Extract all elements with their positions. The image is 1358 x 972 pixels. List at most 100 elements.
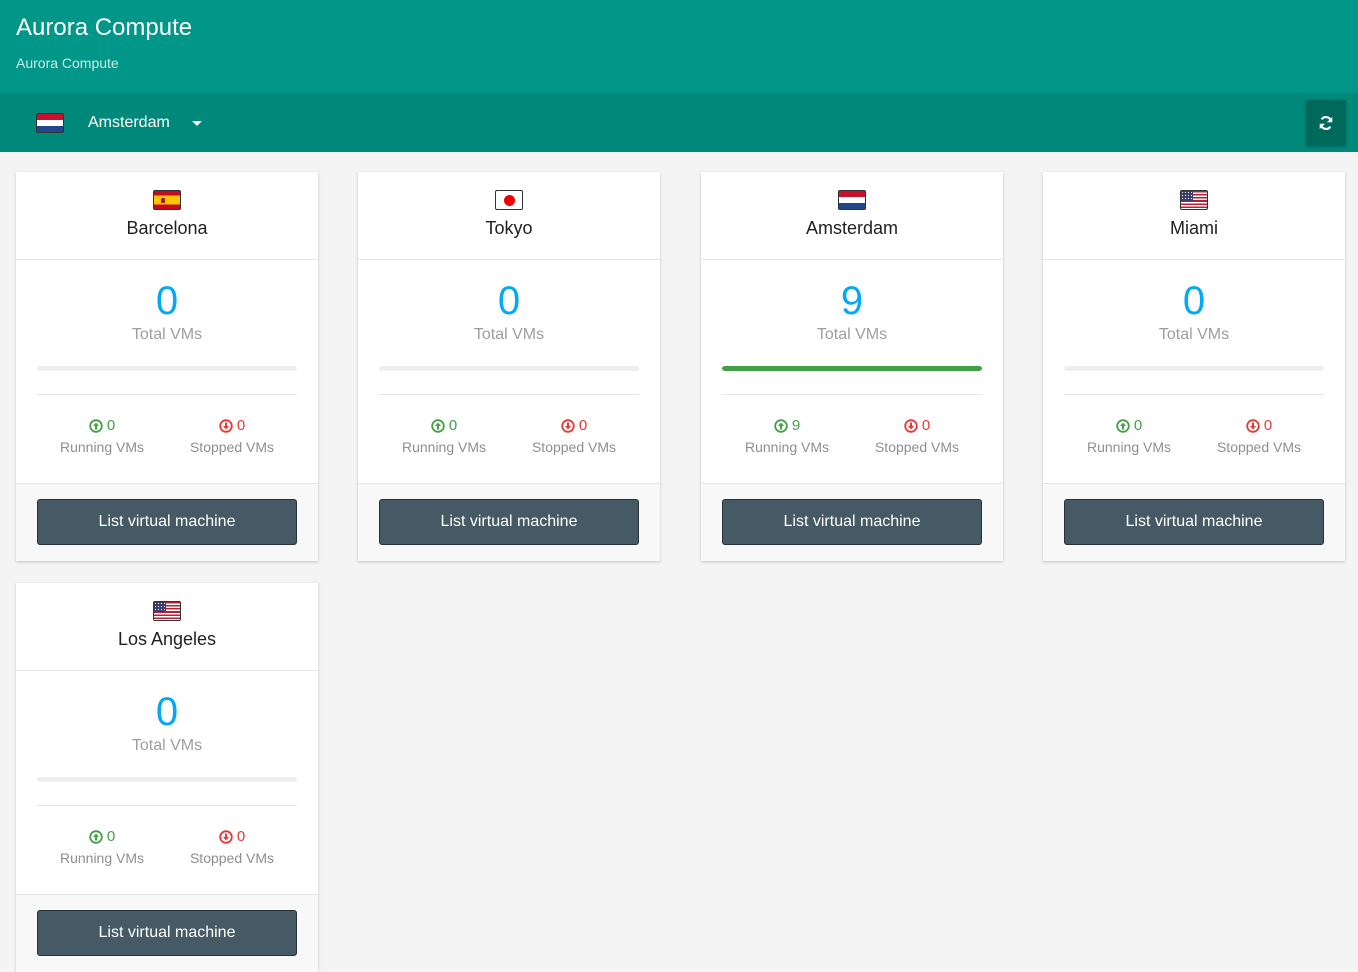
region-card-miami: Miami 0 Total VMs 0 Running VMs 0 Stoppe…: [1043, 172, 1345, 561]
stopped-vms-label: Stopped VMs: [189, 439, 275, 455]
region-card-tokyo: Tokyo 0 Total VMs 0 Running VMs 0 Stoppe…: [358, 172, 660, 561]
card-body: 0 Total VMs 0 Running VMs 0 Stopped VMs: [358, 260, 660, 482]
running-vms-count: 0: [106, 828, 116, 845]
running-stat: 0 Running VMs: [37, 417, 167, 455]
arrow-down-circle-icon: [1246, 418, 1260, 433]
region-card-los-angeles: Los Angeles 0 Total VMs 0 Running VMs 0 …: [16, 583, 318, 972]
running-stat: 0 Running VMs: [37, 828, 167, 866]
stopped-vms-label: Stopped VMs: [1216, 439, 1302, 455]
app-subtitle: Aurora Compute: [16, 55, 119, 71]
list-virtual-machine-button[interactable]: List virtual machine: [379, 499, 639, 545]
arrow-down-circle-icon: [219, 829, 233, 844]
arrow-down-circle-icon: [904, 418, 918, 433]
caret-down-icon: [191, 120, 202, 126]
divider: [37, 394, 297, 395]
total-vms-label: Total VMs: [473, 326, 545, 343]
region-card-barcelona: Barcelona 0 Total VMs 0 Running VMs 0 St…: [16, 172, 318, 561]
card-footer: List virtual machine: [1043, 483, 1345, 561]
arrow-up-circle-icon: [431, 418, 445, 433]
running-stat: 9 Running VMs: [722, 417, 852, 455]
total-vms-label: Total VMs: [131, 737, 203, 754]
region-dropdown[interactable]: Amsterdam: [36, 111, 202, 135]
usa-flag-icon: [1180, 190, 1208, 210]
card-body: 0 Total VMs 0 Running VMs 0 Stopped VMs: [16, 260, 318, 482]
card-header: Amsterdam: [701, 172, 1003, 260]
vm-stats: 0 Running VMs 0 Stopped VMs: [1064, 417, 1324, 455]
card-footer: List virtual machine: [358, 483, 660, 561]
running-vms-count: 9: [791, 417, 801, 434]
total-vms-count: 0: [497, 279, 521, 323]
running-progress-bar: [37, 366, 297, 371]
list-virtual-machine-button[interactable]: List virtual machine: [37, 499, 297, 545]
total-vms-count: 0: [1182, 279, 1206, 323]
divider: [1064, 394, 1324, 395]
running-vms-count: 0: [106, 417, 116, 434]
region-name: Tokyo: [485, 218, 533, 238]
running-progress-fill: [722, 366, 982, 371]
spain-flag-icon: [153, 190, 181, 210]
stopped-vms-label: Stopped VMs: [531, 439, 617, 455]
stopped-vms-label: Stopped VMs: [874, 439, 960, 455]
card-header: Barcelona: [16, 172, 318, 260]
list-virtual-machine-button[interactable]: List virtual machine: [37, 910, 297, 956]
running-vms-label: Running VMs: [59, 439, 145, 455]
refresh-button[interactable]: [1306, 100, 1346, 146]
stopped-vms-count: 0: [578, 417, 588, 434]
netherlands-flag-icon: [36, 113, 64, 133]
card-body: 9 Total VMs 9 Running VMs 0 Stopped VMs: [701, 260, 1003, 482]
divider: [37, 805, 297, 806]
list-virtual-machine-button[interactable]: List virtual machine: [1064, 499, 1324, 545]
japan-flag-icon: [495, 190, 523, 210]
divider: [722, 394, 982, 395]
card-header: Tokyo: [358, 172, 660, 260]
region-card-amsterdam: Amsterdam 9 Total VMs 9 Running VMs 0 St…: [701, 172, 1003, 561]
arrow-up-circle-icon: [89, 418, 103, 433]
stopped-stat: 0 Stopped VMs: [1194, 417, 1324, 455]
card-header: Los Angeles: [16, 583, 318, 671]
running-progress-bar: [37, 777, 297, 782]
divider: [379, 394, 639, 395]
region-name: Los Angeles: [117, 629, 217, 649]
running-vms-count: 0: [1133, 417, 1143, 434]
card-body: 0 Total VMs 0 Running VMs 0 Stopped VMs: [1043, 260, 1345, 482]
total-vms-count: 0: [155, 279, 179, 323]
arrow-down-circle-icon: [219, 418, 233, 433]
total-vms-count: 9: [840, 279, 864, 323]
region-name: Barcelona: [126, 218, 208, 238]
running-stat: 0 Running VMs: [1064, 417, 1194, 455]
total-vms-label: Total VMs: [131, 326, 203, 343]
region-name: Miami: [1170, 218, 1218, 238]
running-vms-label: Running VMs: [401, 439, 487, 455]
arrow-up-circle-icon: [1116, 418, 1130, 433]
stopped-stat: 0 Stopped VMs: [509, 417, 639, 455]
stopped-vms-count: 0: [921, 417, 931, 434]
usa-flag-icon: [153, 601, 181, 621]
running-progress-bar: [722, 366, 982, 371]
running-vms-label: Running VMs: [1086, 439, 1172, 455]
vm-stats: 9 Running VMs 0 Stopped VMs: [722, 417, 982, 455]
stopped-stat: 0 Stopped VMs: [167, 828, 297, 866]
arrow-up-circle-icon: [89, 829, 103, 844]
vm-stats: 0 Running VMs 0 Stopped VMs: [379, 417, 639, 455]
card-footer: List virtual machine: [16, 894, 318, 972]
total-vms-label: Total VMs: [1158, 326, 1230, 343]
list-virtual-machine-button[interactable]: List virtual machine: [722, 499, 982, 545]
vm-stats: 0 Running VMs 0 Stopped VMs: [37, 417, 297, 455]
stopped-vms-label: Stopped VMs: [189, 850, 275, 866]
card-footer: List virtual machine: [701, 483, 1003, 561]
vm-stats: 0 Running VMs 0 Stopped VMs: [37, 828, 297, 866]
stopped-stat: 0 Stopped VMs: [852, 417, 982, 455]
selected-region-label: Amsterdam: [88, 114, 170, 131]
card-footer: List virtual machine: [16, 483, 318, 561]
app-header: Aurora Compute Aurora Compute: [0, 0, 1358, 93]
region-bar: Amsterdam: [0, 93, 1358, 152]
running-vms-label: Running VMs: [744, 439, 830, 455]
stopped-vms-count: 0: [1263, 417, 1273, 434]
total-vms-count: 0: [155, 690, 179, 734]
refresh-icon: [1319, 116, 1333, 130]
stopped-stat: 0 Stopped VMs: [167, 417, 297, 455]
arrow-down-circle-icon: [561, 418, 575, 433]
region-name: Amsterdam: [805, 218, 899, 238]
card-body: 0 Total VMs 0 Running VMs 0 Stopped VMs: [16, 671, 318, 893]
arrow-up-circle-icon: [774, 418, 788, 433]
